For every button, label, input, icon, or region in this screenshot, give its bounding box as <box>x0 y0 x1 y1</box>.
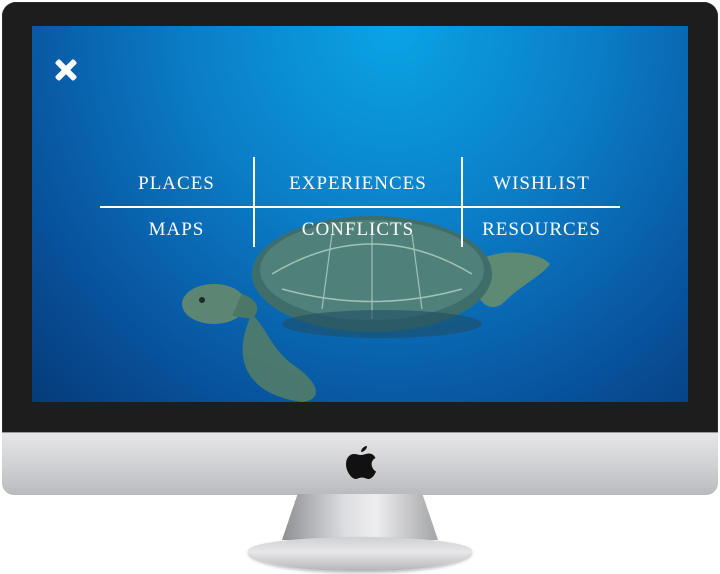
apple-logo-icon <box>346 446 376 479</box>
menu-item-places[interactable]: PLACES <box>100 173 253 195</box>
menu-item-conflicts[interactable]: CONFLICTS <box>255 219 461 241</box>
app-screen: PLACES EXPERIENCES WISHLIST MAPS CONFLIC… <box>32 26 688 402</box>
menu-item-maps[interactable]: MAPS <box>100 219 253 241</box>
menu-item-resources[interactable]: RESOURCES <box>463 219 620 241</box>
menu-divider-horizontal <box>100 206 620 208</box>
menu-item-wishlist[interactable]: WISHLIST <box>463 173 620 195</box>
close-button[interactable] <box>54 58 78 82</box>
menu-item-experiences[interactable]: EXPERIENCES <box>255 173 461 195</box>
monitor-stand-foot <box>248 537 472 571</box>
monitor-stand-neck <box>282 494 438 540</box>
